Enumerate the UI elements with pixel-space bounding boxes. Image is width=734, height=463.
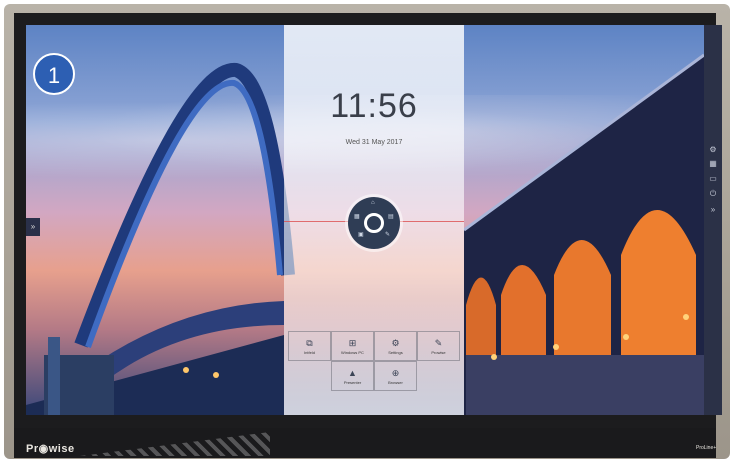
browser-icon: ⊕ (391, 367, 400, 378)
chevron-right-icon[interactable]: » (26, 218, 40, 236)
expand-icon[interactable]: » (708, 205, 718, 215)
display-icon[interactable]: ▭ (708, 174, 718, 184)
tools-icon: ✎ (385, 232, 391, 238)
power-icon[interactable]: ⏻ (708, 189, 718, 199)
tile-settings[interactable]: ⚙ Settings (374, 331, 417, 361)
sources-icon: ▤ (388, 214, 394, 220)
settings-icon: ⚙ (391, 337, 400, 348)
whiteboard-icon: ⧉ (306, 337, 313, 348)
brand-logo: Pr◉wise (26, 443, 75, 455)
tile-windows-pc[interactable]: ⊞ Windows PC (331, 331, 374, 361)
tile-browser[interactable]: ⊕ Browser (374, 361, 417, 391)
gear-icon[interactable]: ⚙ (708, 145, 718, 155)
grid-icon[interactable]: ▦ (708, 159, 718, 169)
apps-icon: ▦ (354, 214, 360, 220)
screen-icon: ▣ (358, 232, 364, 238)
windows-pc-icon: ⊞ (348, 337, 357, 348)
clock-date: Wed 31 May 2017 (345, 139, 403, 146)
tile-presenter[interactable]: ▲ Presenter (331, 361, 374, 391)
model-label: ProLine+ (696, 445, 717, 451)
tile-whiteboard[interactable]: ⧉ Intfeld (288, 331, 331, 361)
tile-prowise[interactable]: ✎ Prowise (417, 331, 460, 361)
presenter-icon: ▲ (348, 367, 357, 378)
home-icon: ⌂ (371, 200, 375, 206)
clock-time: 11:56 (330, 87, 418, 125)
right-toolbar: ⚙ ▦ ▭ ⏻ » (704, 25, 722, 415)
annotate-icon: ✎ (434, 337, 443, 348)
screen: 11:56 Wed 31 May 2017 ⌂ ▦ ▤ ▣ ✎ ⧉ Intfel… (26, 25, 722, 415)
central-menu-button[interactable]: ⌂ ▦ ▤ ▣ ✎ (348, 197, 400, 249)
step-badge: 1 (33, 53, 75, 95)
city-skyline (44, 337, 114, 415)
prowise-logo-icon (364, 213, 384, 233)
